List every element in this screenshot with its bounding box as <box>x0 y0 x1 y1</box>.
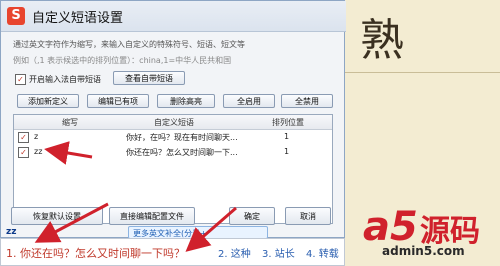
arrow-to-ime-input <box>34 202 109 243</box>
arrow-to-zz-row <box>44 141 93 165</box>
watermark-site: admin5.com <box>382 244 465 258</box>
arrow-to-candidate <box>185 206 237 252</box>
